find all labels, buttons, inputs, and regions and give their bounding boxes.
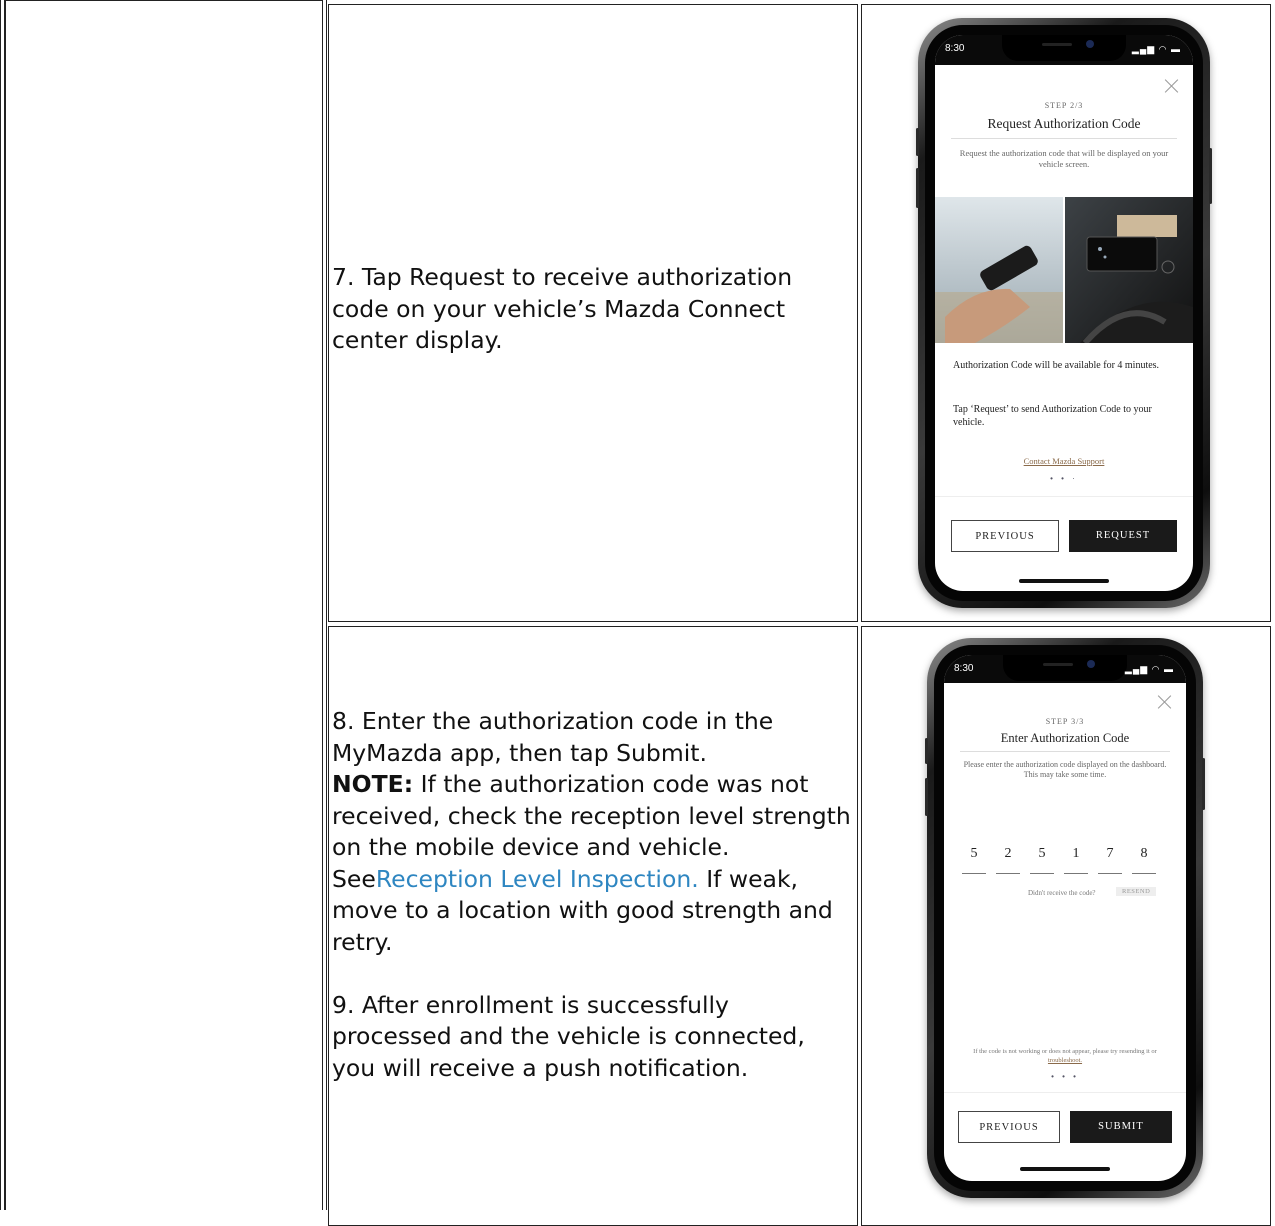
phone-screen: 8:30 ▂▄▆ ◠ ▬ STEP 3/3 Enter Authorizatio… [944,655,1186,1181]
side-button [925,778,928,816]
note-line: received, check the reception level stre… [332,801,851,830]
step-indicator: STEP 2/3 [1044,101,1084,110]
instruction-text: Tap ‘Request’ to send Authorization Code… [953,404,1152,428]
note-text: If the authorization code was not [413,770,809,798]
notch [1002,35,1126,61]
request-button[interactable]: REQUEST [1069,520,1177,552]
phone-enter-code-screen: 8:30 ▂▄▆ ◠ ▬ STEP 3/3 Enter Authorizatio… [925,638,1205,1198]
note-line: NOTE: If the authorization code was not [332,769,851,801]
step-indicator: STEP 3/3 [1045,717,1085,726]
troubleshoot-link[interactable]: troubleshoot. [1048,1057,1082,1064]
step-7-line: center display. [332,326,503,354]
step-8-line: 8. Enter the authorization code in the [332,707,774,735]
submit-button[interactable]: SUBMIT [1070,1111,1172,1143]
status-bar: 8:30 ▂▄▆ ◠ ▬ [944,655,1186,683]
phone-screen: 8:30 ▂▄▆ ◠ ▬ STEP 2/3 Request Authorizat… [935,35,1193,591]
phone-request-screen: 8:30 ▂▄▆ ◠ ▬ STEP 2/3 Request Authorizat… [916,18,1212,608]
previous-button[interactable]: PREVIOUS [958,1111,1060,1143]
step-7-line: 7. Tap Request to receive authorization [332,263,793,291]
signal-wifi-battery-icon: ▂▄▆ ◠ ▬ [1131,44,1181,54]
home-indicator [1020,1167,1110,1171]
clock: 8:30 [954,663,974,674]
code-digit[interactable]: 5 [962,839,986,874]
side-button [925,738,928,764]
screen-title: Enter Authorization Code [1000,731,1130,745]
table-left-cell [5,0,323,1210]
divider [960,751,1170,752]
close-icon[interactable] [1158,695,1172,709]
contact-support-link[interactable]: Contact Mazda Support [935,456,1193,466]
page-dots: • • · [1050,474,1078,483]
code-digit[interactable]: 5 [1030,839,1054,874]
notch [1003,655,1127,681]
screen-subtitle: Request the authorization code that will… [959,148,1169,169]
availability-text: Authorization Code will be available for… [953,360,1160,371]
clock: 8:30 [945,43,965,54]
note-line: move to a location with good strength an… [332,896,833,924]
code-digit[interactable]: 7 [1098,839,1122,874]
home-indicator [1019,579,1109,583]
page-dots: • • • [1051,1072,1079,1081]
note-line: on the mobile device and vehicle. [332,833,730,861]
divider [935,496,1193,497]
code-digit[interactable]: 2 [996,839,1020,874]
note-label: NOTE: [332,770,414,798]
reception-level-inspection-link[interactable]: Reception Level Inspection. [376,865,699,893]
screen-subtitle: Please enter the authorization code disp… [963,760,1167,779]
resend-question: Didn't receive the code? [1028,889,1096,897]
step-9-line: you will receive a push notification. [332,1053,749,1082]
step-7-line: code on your vehicle’s Mazda Connect [332,294,786,323]
previous-button[interactable]: PREVIOUS [951,520,1059,552]
signal-wifi-battery-icon: ▂▄▆ ◠ ▬ [1124,664,1174,674]
see-line: SeeReception Level Inspection. If weak, [332,864,799,893]
close-icon[interactable] [1165,79,1179,93]
side-button [916,128,919,156]
resend-button[interactable]: RESEND [1116,887,1157,896]
troubleshoot-help: If the code is not working or does not a… [973,1048,1157,1064]
table-spacer-border [323,0,327,1210]
step-9-line: 9. After enrollment is successfully [332,990,729,1019]
step-8-line: MyMazda app, then tap Submit. [332,738,707,767]
status-bar: 8:30 ▂▄▆ ◠ ▬ [935,35,1193,65]
vehicle-photo [935,197,1193,343]
step-9-line: processed and the vehicle is connected, [332,1022,805,1050]
step-7-text: 7. Tap Request to receive authorization … [332,262,792,357]
side-button [916,168,919,208]
screen-title: Request Authorization Code [987,116,1141,131]
divider [951,138,1177,139]
note-line: retry. [332,927,393,956]
divider [944,1092,1186,1093]
side-button [1202,758,1205,810]
side-button [1209,148,1212,204]
code-digit[interactable]: 8 [1132,839,1156,874]
phone-and-dashboard-image [935,197,1193,343]
code-digit[interactable]: 1 [1064,839,1088,874]
step-8-text: 8. Enter the authorization code in the M… [332,706,851,1084]
